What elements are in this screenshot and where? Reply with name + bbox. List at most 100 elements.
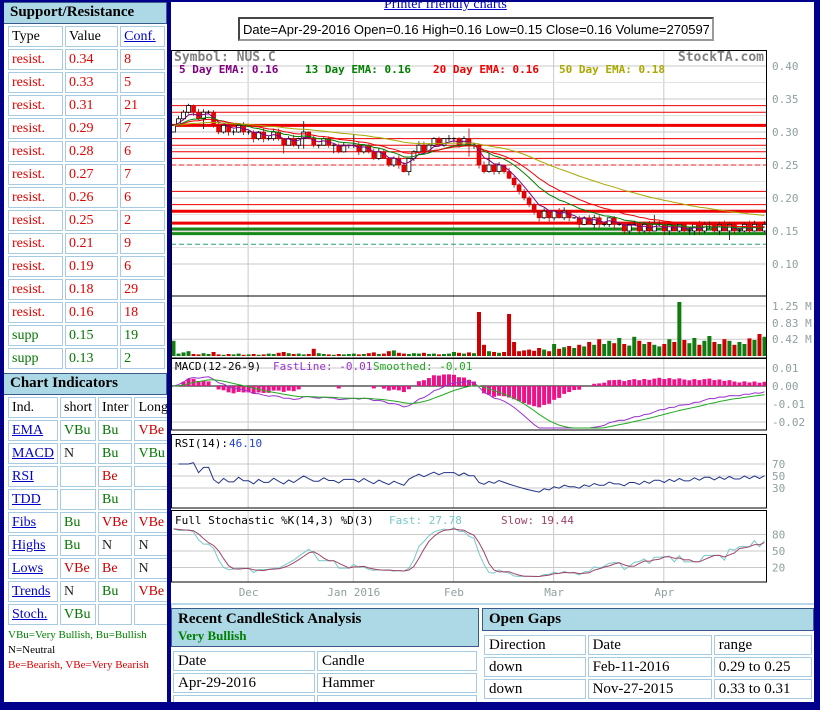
svg-text:Dec: Dec: [239, 586, 259, 599]
ci-val-1: Bu: [98, 581, 132, 602]
cs-cell-1-0: [173, 695, 315, 702]
ci-name: Lows: [8, 558, 58, 579]
stock-chart-svg: 0.400.350.300.250.200.150.101.25 M0.83 M…: [171, 50, 814, 602]
og-cell-0-2: 0.29 to 0.25: [714, 657, 812, 677]
ci-row-highs: HighsBuNN: [8, 535, 172, 556]
open-gaps-header: Open Gaps: [482, 608, 814, 631]
ci-val-0: Bu: [60, 535, 96, 556]
cs-cell-1-1: [317, 695, 477, 702]
ci-row-stoch: Stoch. VBu: [8, 604, 172, 625]
svg-text:MACD(12-26-9): MACD(12-26-9): [175, 360, 261, 373]
ci-val-0: VBu: [60, 420, 96, 441]
svg-text:Feb: Feb: [444, 586, 464, 599]
indicator-link-stoch[interactable]: Stoch.: [12, 607, 47, 622]
sr-row-11: resist.0.1618: [8, 302, 165, 323]
ci-name: MACD: [8, 443, 58, 464]
sr-conf: 2: [120, 348, 165, 369]
ci-row-fibs: FibsBuVBeVBe: [8, 512, 172, 533]
ohlc-summary-input[interactable]: [238, 17, 714, 41]
svg-text:Jan 2016: Jan 2016: [327, 586, 380, 599]
indicator-link-macd[interactable]: MACD: [12, 446, 54, 461]
ci-val-1: [98, 604, 132, 625]
indicator-link-highs[interactable]: Highs: [12, 538, 45, 553]
sr-type: resist.: [8, 118, 63, 139]
svg-text:0.42 M: 0.42 M: [772, 333, 812, 346]
sr-type: resist.: [8, 302, 63, 323]
svg-text:20: 20: [772, 562, 785, 575]
printer-friendly-link[interactable]: Printer friendly charts: [384, 2, 507, 13]
candlestick-table: DateCandleApr-29-2016Hammer: [171, 649, 479, 702]
ci-header-row: Ind.shortInterLong: [8, 397, 172, 418]
indicator-link-lows[interactable]: Lows: [12, 561, 43, 576]
sr-row-5: resist.0.277: [8, 164, 165, 185]
sr-value: 0.33: [65, 72, 118, 93]
sr-conf: 6: [120, 187, 165, 208]
indicator-link-trends[interactable]: Trends: [12, 584, 50, 599]
indicator-link-rsi[interactable]: RSI: [12, 469, 34, 484]
cs-row-0: Apr-29-2016Hammer: [173, 673, 477, 693]
ci-val-0: VBu: [60, 604, 96, 625]
ci-name: Fibs: [8, 512, 58, 533]
sr-row-4: resist.0.286: [8, 141, 165, 162]
ci-name: Highs: [8, 535, 58, 556]
sr-col-conf: Conf.: [120, 26, 165, 47]
svg-text:0.15: 0.15: [772, 225, 799, 238]
svg-text:Fast: 27.78: Fast: 27.78: [389, 514, 462, 527]
ci-val-1: N: [98, 535, 132, 556]
ci-val-1: Bu: [98, 489, 132, 510]
ci-val-0: [60, 466, 96, 487]
og-cell-1-2: 0.33 to 0.31: [714, 679, 812, 699]
og-cell-0-1: Feb-11-2016: [588, 657, 712, 677]
sr-row-13: supp0.132: [8, 348, 165, 369]
svg-text:0.83 M: 0.83 M: [772, 317, 812, 330]
chart-bottom-rule: [171, 603, 814, 605]
sr-conf-link[interactable]: Conf.: [124, 29, 156, 44]
ci-row-rsi: RSIBe: [8, 466, 172, 487]
ci-val-1: Bu: [98, 420, 132, 441]
cs-header-row: DateCandle: [173, 651, 477, 671]
sr-conf: 7: [120, 164, 165, 185]
svg-text:46.10: 46.10: [229, 437, 262, 450]
og-cell-0-0: down: [484, 657, 586, 677]
sr-type: supp: [8, 348, 63, 369]
og-cell-1-0: down: [484, 679, 586, 699]
sr-value: 0.16: [65, 302, 118, 323]
og-col-1: Date: [588, 635, 712, 655]
sr-type: resist.: [8, 49, 63, 70]
open-gaps-table: DirectionDaterangedownFeb-11-20160.29 to…: [482, 633, 814, 701]
page: Support/Resistance TypeValueConf.resist.…: [4, 2, 814, 702]
indicator-link-ema[interactable]: EMA: [12, 423, 43, 438]
indicator-link-tdd[interactable]: TDD: [12, 492, 41, 507]
sr-value: 0.31: [65, 95, 118, 116]
sr-value: 0.34: [65, 49, 118, 70]
svg-text:FastLine: -0.01: FastLine: -0.01: [273, 360, 372, 373]
sr-value: 0.18: [65, 279, 118, 300]
og-header-row: DirectionDaterange: [484, 635, 812, 655]
sr-col-type: Type: [8, 26, 63, 47]
indicator-link-fibs[interactable]: Fibs: [12, 515, 36, 530]
og-row-1: downNov-27-20150.33 to 0.31: [484, 679, 812, 699]
sr-value: 0.26: [65, 187, 118, 208]
legend-line-0: VBu=Very Bullish, Bu=Bullish: [8, 629, 167, 642]
ci-row-macd: MACDNBuVBu: [8, 443, 172, 464]
svg-text:Slow: 19.44: Slow: 19.44: [501, 514, 574, 527]
ci-val-0: [60, 489, 96, 510]
sr-value: 0.25: [65, 210, 118, 231]
sr-col-value: Value: [65, 26, 118, 47]
support-resistance-table: TypeValueConf.resist.0.348resist.0.335re…: [6, 24, 167, 371]
sr-conf: 19: [120, 325, 165, 346]
ci-name: Stoch.: [8, 604, 58, 625]
sr-conf: 9: [120, 233, 165, 254]
sr-row-0: resist.0.348: [8, 49, 165, 70]
sr-type: resist.: [8, 95, 63, 116]
sr-row-1: resist.0.335: [8, 72, 165, 93]
sr-type: supp: [8, 325, 63, 346]
sr-value: 0.28: [65, 141, 118, 162]
svg-text:-0.01: -0.01: [772, 398, 805, 411]
sr-row-8: resist.0.219: [8, 233, 165, 254]
svg-text:30: 30: [772, 482, 785, 495]
open-gaps-title: Open Gaps: [489, 611, 807, 628]
cs-cell-0-0: Apr-29-2016: [173, 673, 315, 693]
ci-val-0: VBe: [60, 558, 96, 579]
sr-row-9: resist.0.196: [8, 256, 165, 277]
